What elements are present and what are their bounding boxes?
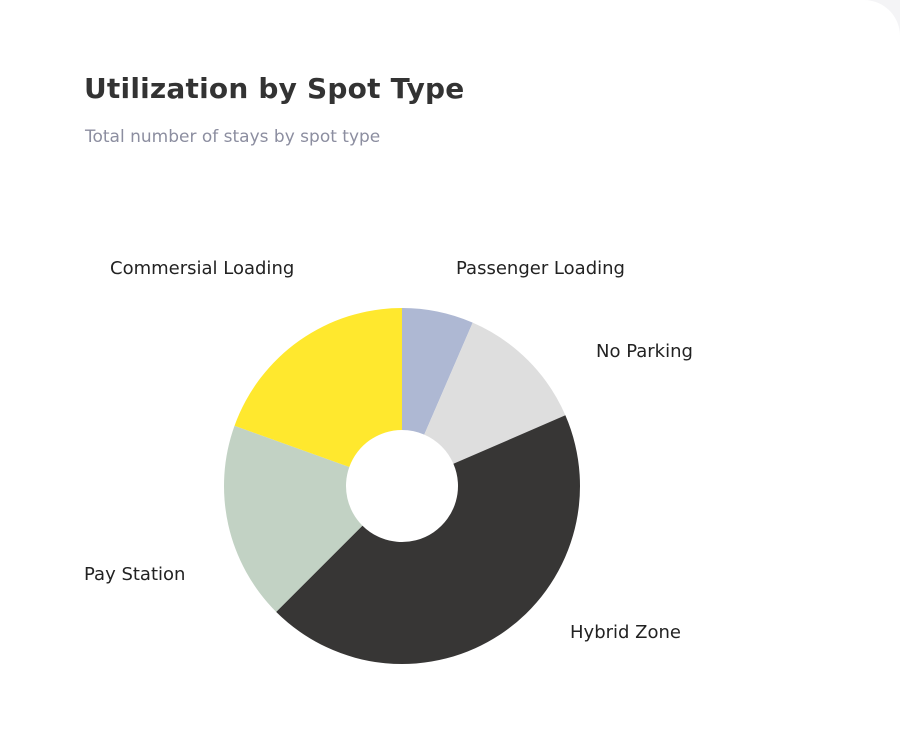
chart-card: Utilization by Spot Type Total number of… [0, 0, 900, 730]
slice-label-no-parking: No Parking [596, 341, 693, 362]
slice-label-pay-station: Pay Station [84, 564, 185, 585]
donut-chart: Passenger Loading No Parking Hybrid Zone… [84, 258, 693, 664]
slice-label-commersial-loading: Commersial Loading [110, 258, 294, 279]
slice-label-passenger-loading: Passenger Loading [456, 258, 625, 279]
donut-slices [224, 308, 581, 664]
slice-label-hybrid-zone: Hybrid Zone [570, 622, 681, 643]
